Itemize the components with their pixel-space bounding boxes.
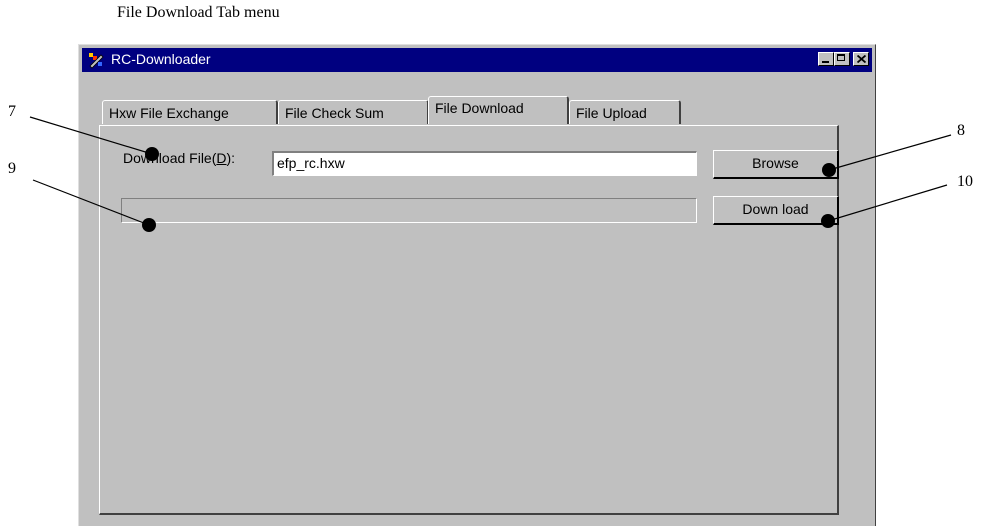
app-window: RC-Downloader Hxw File Exchange File Che…: [78, 44, 876, 526]
download-label: Down load: [742, 201, 809, 217]
tab-hxw-file-exchange[interactable]: Hxw File Exchange: [102, 100, 278, 124]
download-file-input[interactable]: efp_rc.hxw: [272, 151, 697, 176]
callout-number-9: 9: [8, 160, 16, 177]
callout-number-8: 8: [957, 122, 965, 139]
label-suffix: ):: [226, 150, 236, 166]
download-button[interactable]: Down load: [713, 196, 839, 225]
browse-label: Browse: [752, 155, 799, 171]
close-button[interactable]: [853, 52, 869, 66]
minimize-button[interactable]: [818, 52, 834, 66]
browse-button[interactable]: Browse: [713, 150, 839, 179]
tab-label: File Check Sum: [285, 105, 384, 121]
title-bar[interactable]: RC-Downloader: [82, 48, 872, 72]
figure-caption: File Download Tab menu: [117, 4, 280, 21]
app-icon: [89, 53, 104, 69]
label-text: Download File(: [123, 150, 217, 166]
callout-number-10: 10: [957, 173, 973, 190]
tab-file-check-sum[interactable]: File Check Sum: [278, 100, 429, 124]
progress-bar: [121, 198, 697, 223]
tab-label: File Download: [435, 100, 524, 116]
tab-file-upload[interactable]: File Upload: [569, 100, 681, 124]
file-download-panel: Download File(D): efp_rc.hxw Browse Down…: [99, 125, 839, 515]
callout-number-7: 7: [8, 103, 16, 120]
maximize-button[interactable]: [834, 52, 850, 66]
tab-file-download[interactable]: File Download: [428, 96, 569, 124]
file-name-value: efp_rc.hxw: [277, 155, 345, 171]
tab-label: Hxw File Exchange: [109, 105, 229, 121]
close-icon: [857, 55, 866, 63]
tab-label: File Upload: [576, 105, 647, 121]
label-mnemonic: D: [216, 150, 227, 166]
window-title: RC-Downloader: [111, 51, 211, 67]
download-file-label: Download File(D):: [123, 150, 235, 166]
